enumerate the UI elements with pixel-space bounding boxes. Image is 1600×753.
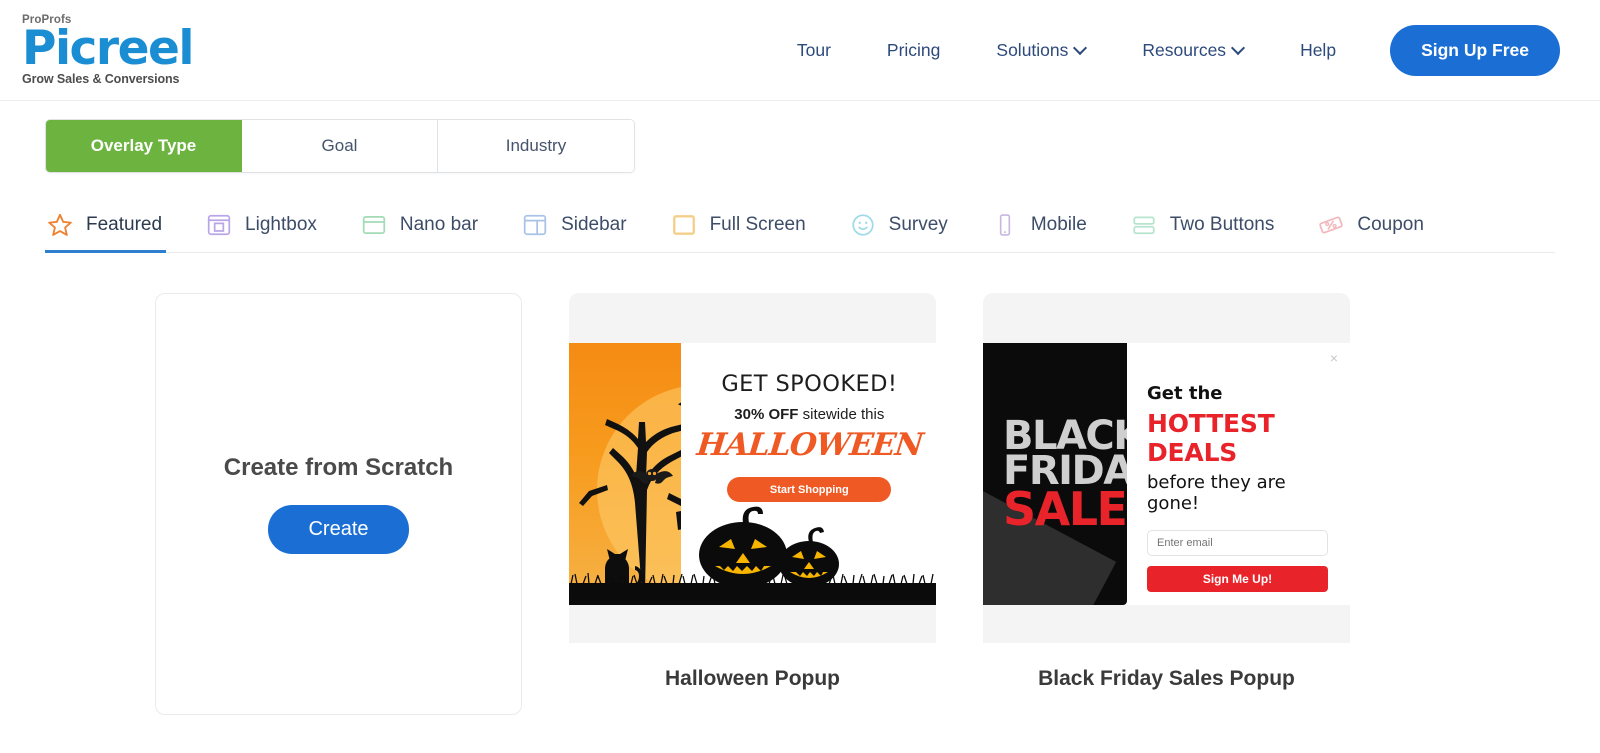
halloween-card-title: Halloween Popup xyxy=(569,643,936,715)
email-field[interactable] xyxy=(1147,530,1328,556)
halloween-scene-svg xyxy=(579,402,681,605)
tab-sidebar[interactable]: Sidebar xyxy=(522,212,649,252)
black-friday-card-title: Black Friday Sales Popup xyxy=(983,643,1350,715)
scratch-card-title: Create from Scratch xyxy=(223,454,454,481)
tab-label: Sidebar xyxy=(561,214,627,235)
nav-label: Help xyxy=(1300,39,1337,60)
tab-full-screen[interactable]: Full Screen xyxy=(671,212,828,252)
tab-label: Survey xyxy=(888,214,948,235)
bf-headline-bottom: before they are gone! xyxy=(1147,472,1286,514)
template-grid: Create from Scratch Create GET SPOOKED! … xyxy=(155,293,1600,715)
nav-label: Resources xyxy=(1142,39,1227,60)
bf-line-sale: SALE xyxy=(1003,481,1127,536)
tab-two-buttons[interactable]: Two Buttons xyxy=(1131,212,1297,252)
bf-headline-red: HOTTEST DEALS xyxy=(1147,409,1275,467)
pumpkins-icon xyxy=(699,506,839,588)
nav-label: Solutions xyxy=(996,39,1069,60)
halloween-preview: GET SPOOKED! 30% OFF sitewide this HALLO… xyxy=(569,293,936,643)
main-navigation: Tour Pricing Solutions Resources Help Si… xyxy=(769,24,1600,76)
segment-goal[interactable]: Goal xyxy=(242,120,438,172)
bf-headline-top: Get the xyxy=(1147,383,1223,404)
halloween-artwork xyxy=(569,343,681,605)
halloween-headline: GET SPOOKED! xyxy=(721,371,898,397)
two-buttons-icon xyxy=(1133,216,1155,235)
tab-label: Coupon xyxy=(1357,214,1424,235)
nanobar-icon xyxy=(362,216,386,234)
star-icon xyxy=(48,213,72,236)
create-from-scratch-card[interactable]: Create from Scratch Create xyxy=(155,293,522,715)
tab-label: Nano bar xyxy=(399,214,479,235)
tab-label: Lightbox xyxy=(245,214,317,235)
category-tab-bar: Featured Lightbox Nano bar Sidebar Full … xyxy=(45,201,1555,253)
nav-item-help[interactable]: Help xyxy=(1272,34,1364,67)
halloween-subheadline: 30% OFF sitewide this xyxy=(697,406,922,423)
nav-item-solutions[interactable]: Solutions xyxy=(968,34,1114,67)
sidebar-icon xyxy=(523,214,547,236)
chevron-down-icon xyxy=(1075,43,1086,54)
coupon-icon xyxy=(1319,216,1344,234)
tab-coupon[interactable]: Coupon xyxy=(1318,212,1446,252)
sign-me-up-button[interactable]: Sign Me Up! xyxy=(1147,566,1328,592)
halloween-script-word: HALLOWEEN xyxy=(694,427,924,463)
black-friday-panel: BLACK FRIDAY SALE xyxy=(983,343,1127,605)
halloween-popup-mock: GET SPOOKED! 30% OFF sitewide this HALLO… xyxy=(569,343,936,605)
start-shopping-button[interactable]: Start Shopping xyxy=(727,477,892,502)
nav-item-pricing[interactable]: Pricing xyxy=(859,34,969,67)
tab-label: Mobile xyxy=(1030,214,1087,235)
nav-item-tour[interactable]: Tour xyxy=(769,34,859,67)
create-button[interactable]: Create xyxy=(268,505,409,554)
nav-item-resources[interactable]: Resources xyxy=(1114,34,1272,67)
halloween-sub-rest: sitewide this xyxy=(798,406,885,423)
mobile-icon xyxy=(999,214,1010,236)
nav-label: Tour xyxy=(796,39,831,60)
template-card-black-friday[interactable]: BLACK FRIDAY SALE × Get the HOTTEST DEAL… xyxy=(983,293,1350,715)
lightbox-icon xyxy=(207,214,231,236)
tab-mobile[interactable]: Mobile xyxy=(992,212,1109,252)
tab-lightbox[interactable]: Lightbox xyxy=(206,212,339,252)
site-header: ProProfs Picreel Grow Sales & Conversion… xyxy=(0,0,1600,101)
close-icon[interactable]: × xyxy=(1330,351,1338,365)
tab-label: Two Buttons xyxy=(1169,214,1275,235)
nav-label: Pricing xyxy=(886,39,941,60)
sign-up-free-button[interactable]: Sign Up Free xyxy=(1390,24,1560,76)
chevron-down-icon xyxy=(1233,43,1244,54)
black-friday-copy: × Get the HOTTEST DEALS before they are … xyxy=(1127,343,1350,605)
tab-featured[interactable]: Featured xyxy=(45,212,184,253)
halloween-discount: 30% OFF xyxy=(734,406,799,423)
black-friday-preview: BLACK FRIDAY SALE × Get the HOTTEST DEAL… xyxy=(983,293,1350,643)
logo-picreel-text: Picreel xyxy=(22,21,194,77)
tab-label: Full Screen xyxy=(709,214,806,235)
tab-label: Featured xyxy=(86,214,163,235)
filter-segmented-control: Overlay Type Goal Industry xyxy=(45,119,635,173)
tab-nano-bar[interactable]: Nano bar xyxy=(361,212,500,252)
logo-tagline: Grow Sales & Conversions xyxy=(22,71,180,86)
tab-survey[interactable]: Survey xyxy=(850,212,970,252)
black-friday-popup-mock: BLACK FRIDAY SALE × Get the HOTTEST DEAL… xyxy=(983,343,1350,605)
segment-overlay-type[interactable]: Overlay Type xyxy=(46,120,242,172)
template-card-halloween[interactable]: GET SPOOKED! 30% OFF sitewide this HALLO… xyxy=(569,293,936,715)
survey-icon xyxy=(852,214,874,236)
segment-industry[interactable]: Industry xyxy=(438,120,634,172)
fullscreen-icon xyxy=(672,215,695,235)
picreel-logo[interactable]: ProProfs Picreel Grow Sales & Conversion… xyxy=(22,14,194,86)
